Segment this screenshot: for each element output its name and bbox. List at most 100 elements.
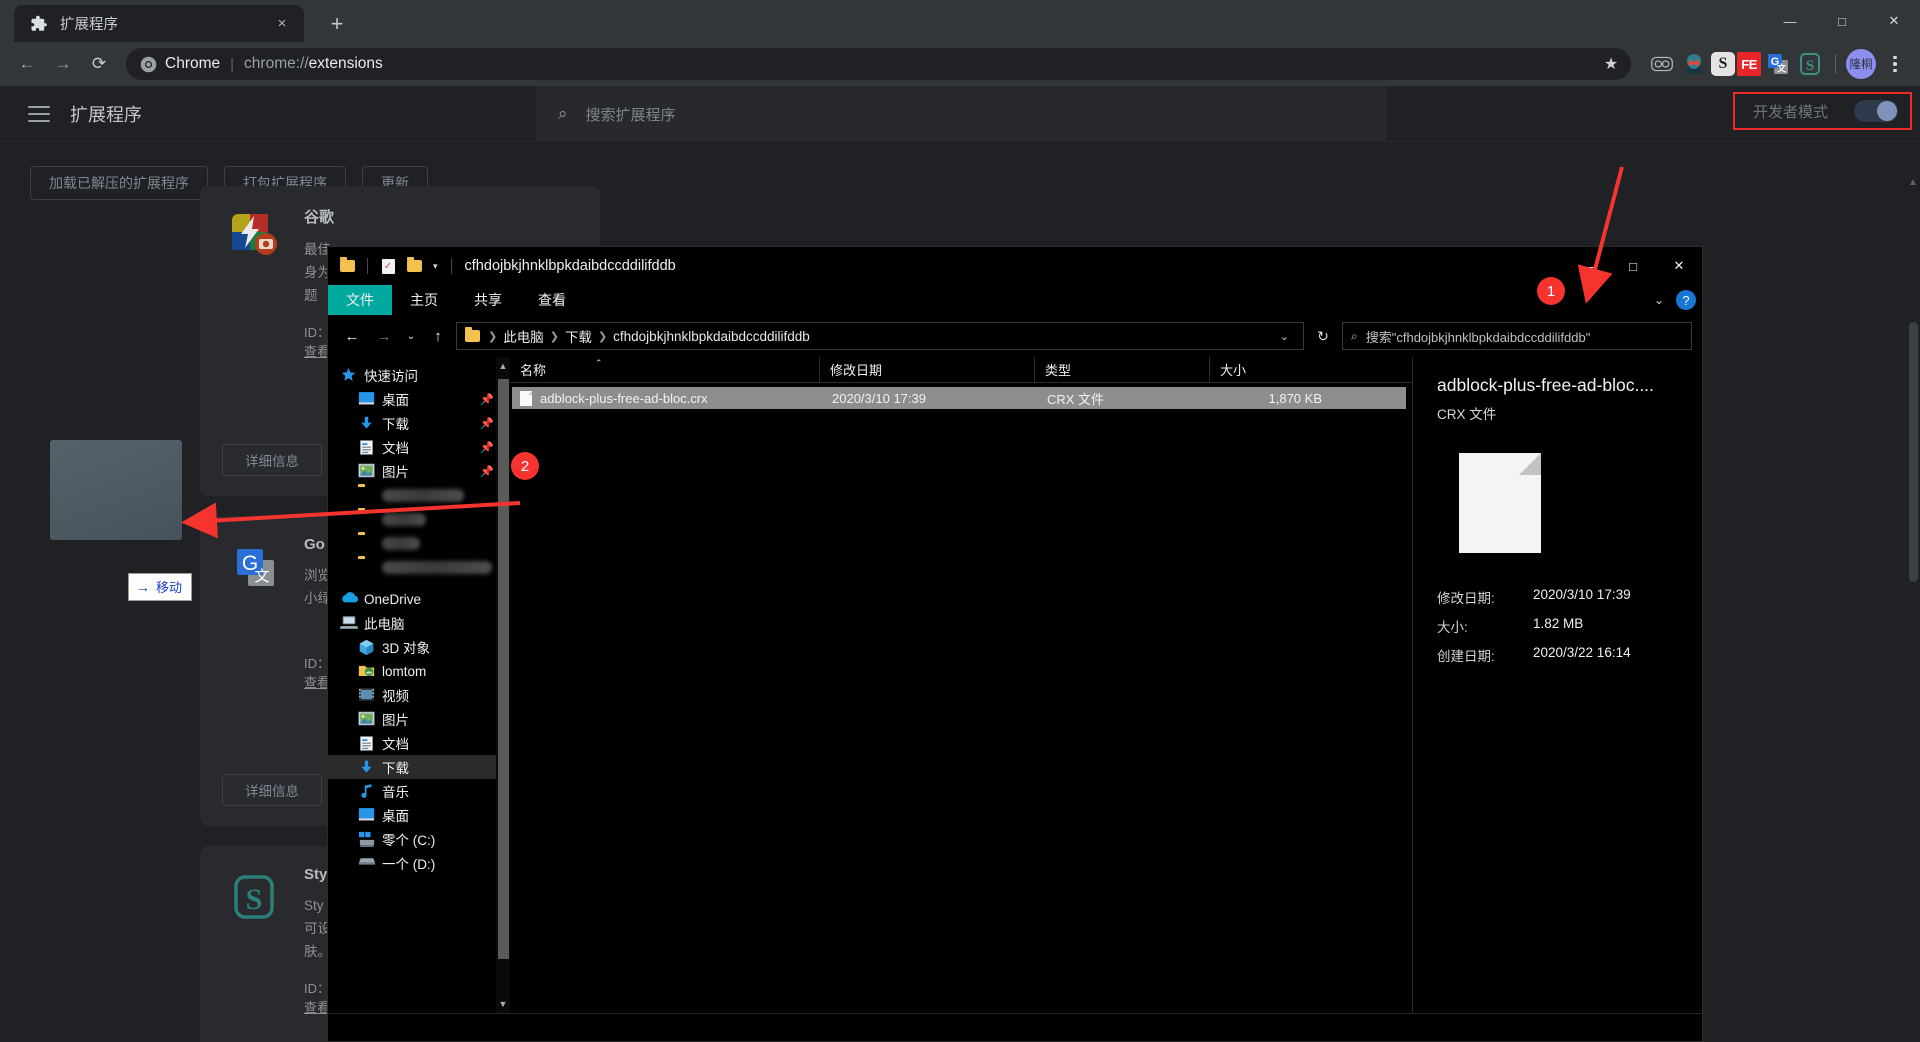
sidebar-item-onedrive[interactable]: OneDrive [328, 587, 510, 611]
explorer-breadcrumb-path[interactable]: ❯ 此电脑 ❯ 下载 ❯ cfhdojbkjhnklbpkdaibdccddil… [456, 322, 1304, 350]
explorer-maximize-button[interactable]: □ [1610, 247, 1656, 285]
qat-properties-icon[interactable]: ✓ [377, 255, 399, 277]
column-header-type[interactable]: 类型 [1035, 356, 1210, 383]
browser-window-chrome: 扩展程序 × + — □ ✕ ← → ⟳ Chrome | chrome://e… [0, 0, 1920, 86]
explorer-close-button[interactable]: ✕ [1656, 247, 1702, 285]
sidebar-item-redacted-folder[interactable] [328, 531, 510, 555]
details-button[interactable]: 详细信息 [222, 444, 322, 476]
maximize-button[interactable]: □ [1816, 0, 1868, 42]
pin-icon[interactable]: 📌 [480, 465, 494, 478]
chevron-down-icon[interactable]: ⌄ [1654, 293, 1664, 307]
sidebar-scrollbar[interactable]: ▲ ▼ [496, 357, 510, 1013]
reload-button[interactable]: ⟳ [82, 47, 116, 81]
sidebar-item-videos[interactable]: 视频 [328, 683, 510, 707]
qat-new-folder-icon[interactable] [403, 255, 425, 277]
ext-icon-fe[interactable]: FE [1737, 52, 1761, 76]
sidebar-item-music[interactable]: 音乐 [328, 779, 510, 803]
redacted-label [382, 512, 426, 526]
ribbon-right-controls: ⌄ ? [1654, 285, 1696, 315]
hamburger-icon[interactable] [28, 105, 50, 122]
address-bar[interactable]: Chrome | chrome://extensions ★ [126, 48, 1631, 80]
new-tab-button[interactable]: + [322, 9, 352, 39]
sidebar-item-pictures-qa[interactable]: 图片 📌 [328, 459, 510, 483]
details-button[interactable]: 详细信息 [222, 774, 322, 806]
back-button[interactable]: ← [10, 47, 44, 81]
explorer-navigation-pane: 快速访问 桌面 📌 下载 📌 文档 📌 图片 📌 OneDrive 此电脑 3D… [328, 357, 510, 1013]
column-header-modified[interactable]: 修改日期 [820, 356, 1035, 383]
sidebar-item-redacted-folder[interactable] [328, 507, 510, 531]
breadcrumb-item-2[interactable]: cfhdojbkjhnklbpkdaibdccddilifddb [613, 329, 810, 344]
sidebar-item-pictures[interactable]: 图片 [328, 707, 510, 731]
column-header-name[interactable]: 名称 [510, 356, 820, 383]
sidebar-item-desktop-pc[interactable]: 桌面 [328, 803, 510, 827]
sidebar-item-drive-c[interactable]: 零个 (C:) [328, 827, 510, 851]
omnibox-url-scheme: chrome:// [244, 55, 309, 72]
qat-folder-icon[interactable] [336, 255, 358, 277]
sidebar-item-lomtom[interactable]: lomtom [328, 659, 510, 683]
explorer-minimize-button[interactable]: — [1564, 247, 1610, 285]
developer-mode-control[interactable]: 开发者模式 [1732, 92, 1912, 130]
scrollbar-thumb[interactable] [1909, 322, 1918, 582]
explorer-recent-locations-button[interactable]: ⌄ [402, 322, 420, 350]
sidebar-item-label: 下载 [382, 761, 409, 776]
explorer-search-box[interactable]: ⌕ 搜索"cfhdojbkjhnklbpkdaibdccddilifddb" [1342, 322, 1692, 350]
profile-avatar[interactable]: 隆桐 [1846, 49, 1876, 79]
ext-icon-google-translate[interactable]: G 文 [1763, 49, 1793, 79]
explorer-preview-pane: adblock-plus-free-ad-bloc.... CRX 文件 修改日… [1412, 357, 1702, 1013]
column-header-size[interactable]: 大小 [1210, 357, 1330, 383]
ext-icon-avatar[interactable] [1679, 49, 1709, 79]
explorer-forward-button[interactable]: → [370, 322, 398, 350]
page-scrollbar[interactable]: ▲ ▼ [1906, 172, 1920, 1042]
breadcrumb-item-1[interactable]: 下载 [565, 326, 592, 346]
table-row[interactable]: adblock-plus-free-ad-bloc.crx 2020/3/10 … [512, 387, 1406, 409]
ribbon-tab-file[interactable]: 文件 [328, 285, 392, 315]
explorer-title-bar[interactable]: ✓ ▾ cfhdojbkjhnklbpkdaibdccddilifddb — □… [328, 247, 1702, 285]
pin-icon[interactable]: 📌 [480, 441, 494, 454]
minimize-button[interactable]: — [1764, 0, 1816, 42]
sidebar-item-documents-qa[interactable]: 文档 📌 [328, 435, 510, 459]
pin-icon[interactable]: 📌 [480, 417, 494, 430]
explorer-up-button[interactable]: ↑ [424, 322, 452, 350]
sidebar-item-documents[interactable]: 文档 [328, 731, 510, 755]
ext-icon-stylish[interactable]: S [1795, 49, 1825, 79]
bookmark-star-icon[interactable]: ★ [1597, 50, 1625, 78]
ext-icon-goggles[interactable] [1647, 49, 1677, 79]
ext-icon-s-gray[interactable]: S [1711, 52, 1735, 76]
sidebar-item-desktop[interactable]: 桌面 📌 [328, 387, 510, 411]
forward-button[interactable]: → [46, 47, 80, 81]
help-icon[interactable]: ? [1676, 290, 1696, 310]
download-icon [358, 415, 375, 432]
explorer-file-list[interactable]: 名称 修改日期 类型 大小 ⌃ adblock-plus-free-ad-blo… [510, 356, 1412, 1013]
breadcrumb-item-0[interactable]: 此电脑 [503, 326, 544, 346]
load-unpacked-button[interactable]: 加载已解压的扩展程序 [30, 166, 208, 200]
sidebar-item-quick-access[interactable]: 快速访问 [328, 363, 510, 387]
browser-tab-extensions[interactable]: 扩展程序 × [14, 5, 304, 42]
search-extensions-box[interactable]: ⌕ 搜索扩展程序 [536, 86, 1386, 142]
ribbon-tab-home[interactable]: 主页 [392, 285, 456, 315]
file-explorer-window[interactable]: ✓ ▾ cfhdojbkjhnklbpkdaibdccddilifddb — □… [327, 246, 1703, 1042]
close-icon[interactable]: × [270, 12, 294, 36]
sidebar-item-redacted-folder[interactable] [328, 555, 510, 579]
qat-customize-caret-icon[interactable]: ▾ [429, 261, 442, 272]
explorer-refresh-button[interactable]: ↻ [1308, 322, 1338, 350]
breadcrumb-dropdown-icon[interactable]: ⌄ [1272, 330, 1297, 343]
sidebar-item-downloads-qa[interactable]: 下载 📌 [328, 411, 510, 435]
scrollbar-thumb[interactable] [498, 379, 509, 959]
scroll-down-arrow[interactable]: ▼ [496, 995, 510, 1013]
sidebar-item-label: 图片 [382, 713, 409, 728]
close-window-button[interactable]: ✕ [1868, 0, 1920, 42]
sidebar-item-redacted-folder[interactable] [328, 483, 510, 507]
ribbon-tab-view[interactable]: 查看 [520, 285, 584, 315]
sidebar-item-this-pc[interactable]: 此电脑 [328, 611, 510, 635]
chrome-security-badge: Chrome [140, 55, 220, 73]
sidebar-item-drive-d[interactable]: 一个 (D:) [328, 851, 510, 875]
developer-mode-toggle[interactable] [1854, 100, 1898, 122]
scroll-up-arrow[interactable]: ▲ [1906, 174, 1920, 190]
sidebar-item-3d-objects[interactable]: 3D 对象 [328, 635, 510, 659]
explorer-back-button[interactable]: ← [338, 322, 366, 350]
sidebar-item-downloads[interactable]: 下载 [328, 755, 510, 779]
scroll-up-arrow[interactable]: ▲ [496, 357, 510, 375]
pin-icon[interactable]: 📌 [480, 393, 494, 406]
ribbon-tab-share[interactable]: 共享 [456, 285, 520, 315]
chrome-menu-icon[interactable] [1880, 49, 1910, 79]
